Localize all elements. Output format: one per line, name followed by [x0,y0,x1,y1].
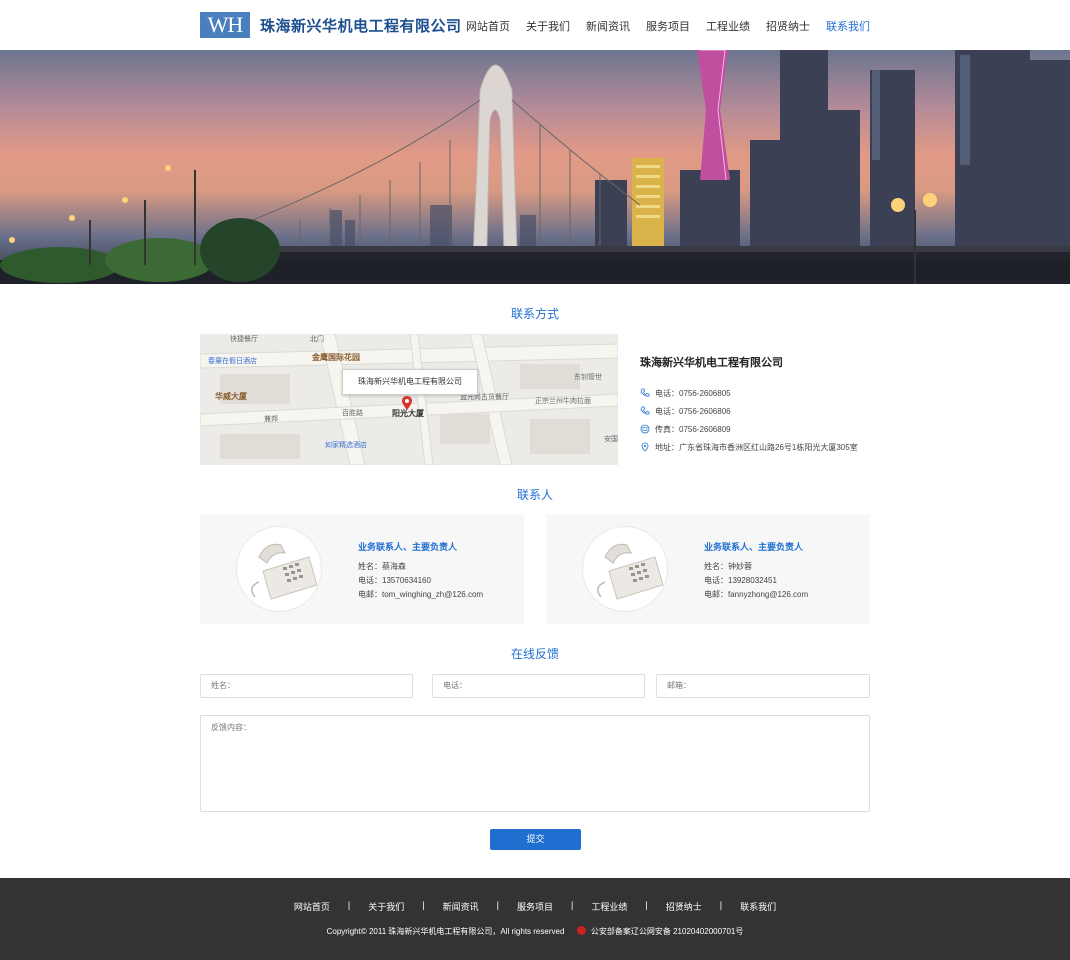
footer-nav-about[interactable]: 关于我们 [368,900,404,913]
city-bridge-illustration [0,50,1070,284]
footer-nav: 网站首页 | 关于我们 | 新闻资讯 | 服务项目 | 工程业绩 | 招贤纳士 … [0,900,1070,913]
contact-phone: 电话：13928032451 [704,576,777,585]
site-footer: 网站首页 | 关于我们 | 新闻资讯 | 服务项目 | 工程业绩 | 招贤纳士 … [0,878,1070,960]
map-label-anguo: 安国 [604,436,618,443]
name-input[interactable]: 姓名： [200,674,413,698]
company-logo-text: 珠海新兴华机电工程有限公司 [260,17,462,35]
address-row: 地址：广东省珠海市香洲区红山路26号1栋阳光大厦305室 [640,438,880,456]
map-label-baishi: 百胜路 [342,410,363,417]
phone-input[interactable]: 电话： [432,674,645,698]
map-pin-icon[interactable] [402,396,412,410]
map-label-hotel2: 如家精选酒店 [325,442,367,449]
map-label-north-gate: 北门 [310,336,324,343]
map-label-restaurant: 快捷餐厅 [230,336,258,343]
contact-card: 业务联系人、主要负责人 姓名：钟妙蓉 电话：13928032451 电邮：fan… [546,514,870,624]
phone-icon [640,388,650,397]
footer-separator: | [422,900,425,910]
contact-name: 姓名：蔡海森 [358,562,406,571]
logo-mark: WH [200,12,250,38]
company-name: 珠海新兴华机电工程有限公司 [640,357,783,369]
address-text: 地址：广东省珠海市香洲区红山路26号1栋阳光大厦305室 [655,442,858,452]
nav-contact[interactable]: 联系我们 [826,18,870,34]
hero-banner-image [0,50,1070,284]
copyright: Copyright© 2011 珠海新兴华机电工程有限公司，All rights… [0,926,1070,937]
phone2-row: 电话：0756-2606806 [640,402,880,420]
location-icon [641,442,649,452]
footer-nav-services[interactable]: 服务项目 [517,900,553,913]
phone1-row: 电话：0756-2606805 [640,384,880,402]
telephone-icon [582,526,668,612]
nav-projects[interactable]: 工程业绩 [706,18,750,34]
icp-text[interactable]: 公安部备案辽公网安备 21020402000701号 [591,927,744,936]
contact-email[interactable]: 电邮：tom_winghing_zh@126.com [358,589,483,600]
map-label-dongfu: 东钊管世 [574,374,602,381]
contact-email[interactable]: 电邮：fannyzhong@126.com [704,589,808,600]
main-nav: 网站首页 关于我们 新闻资讯 服务项目 工程业绩 招贤纳士 联系我们 [450,18,870,34]
contact-role: 业务联系人、主要负责人 [358,542,458,552]
map-label-park: 金鹰国际花园 [312,353,360,362]
feedback-content-textarea[interactable]: 反馈内容： [200,715,870,812]
fax-icon [640,424,650,434]
contact-card: 业务联系人、主要负责人 姓名：蔡海森 电话：13570634160 电邮：tom… [200,514,524,624]
footer-nav-careers[interactable]: 招贤纳士 [666,900,702,913]
people-section-title: 联系人 [516,488,553,502]
police-badge-icon [576,926,586,935]
phone2-text: 电话：0756-2606806 [655,406,731,416]
map-popup: 珠海新兴华机电工程有限公司 [342,369,478,395]
email-input[interactable]: 邮箱： [656,674,870,698]
nav-about[interactable]: 关于我们 [526,18,570,34]
map-label-jianbang: 兼邦 [264,416,278,423]
site-header: WH 珠海新兴华机电工程有限公司 网站首页 关于我们 新闻资讯 服务项目 工程业… [0,0,1070,50]
contact-role: 业务联系人、主要负责人 [704,542,804,552]
footer-separator: | [496,900,499,910]
copyright-text: Copyright© 2011 珠海新兴华机电工程有限公司，All rights… [326,927,565,936]
fax-text: 传真：0756-2606809 [655,424,731,434]
map-label-huawei: 华威大厦 [215,392,247,401]
footer-separator: | [719,900,723,910]
footer-separator: | [347,900,351,910]
nav-services[interactable]: 服务项目 [646,18,690,34]
logo[interactable]: WH 珠海新兴华机电工程有限公司 [200,12,462,38]
contact-section-title: 联系方式 [510,307,559,321]
telephone-icon [236,526,322,612]
footer-nav-news[interactable]: 新闻资讯 [443,900,479,913]
footer-nav-projects[interactable]: 工程业绩 [591,900,627,913]
map-label-noodle: 正宗兰州牛肉拉面 [535,398,591,405]
footer-separator: | [571,900,574,910]
footer-separator: | [645,900,648,910]
nav-careers[interactable]: 招贤纳士 [766,18,810,34]
map-label-hotel1: 春粟在假日酒店 [208,358,257,365]
footer-nav-contact[interactable]: 联系我们 [740,900,776,913]
feedback-section-title: 在线反馈 [510,647,559,661]
phone-icon [640,406,650,415]
nav-news[interactable]: 新闻资讯 [586,18,630,34]
fax-row: 传真：0756-2606809 [640,420,880,438]
phone1-text: 电话：0756-2606805 [655,388,731,398]
nav-home[interactable]: 网站首页 [466,18,510,34]
company-info: 珠海新兴华机电工程有限公司 电话：0756-2606805 电话：0756-26… [640,354,880,456]
contact-phone: 电话：13570634160 [358,576,431,585]
footer-nav-home[interactable]: 网站首页 [294,900,330,913]
submit-button[interactable]: 提交 [490,829,581,850]
contact-name: 姓名：钟妙蓉 [704,562,752,571]
